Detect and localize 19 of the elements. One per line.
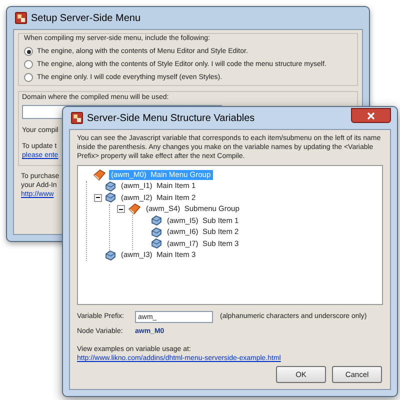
- window-title: Server-Side Menu Structure Variables: [87, 112, 256, 126]
- radio-button[interactable]: [24, 73, 33, 82]
- app-icon: [71, 112, 83, 124]
- close-icon: [367, 112, 375, 120]
- book-icon: [128, 203, 141, 216]
- book-icon: [93, 168, 106, 181]
- collapse-toggle[interactable]: [116, 205, 124, 214]
- app-icon: [15, 12, 27, 24]
- close-button[interactable]: [351, 108, 391, 123]
- cube-icon: [151, 215, 162, 226]
- window-title: Setup Server-Side Menu: [31, 12, 141, 26]
- cube-icon: [105, 180, 116, 192]
- cube-icon: [105, 192, 116, 204]
- radio-button[interactable]: [24, 47, 33, 56]
- cube-icon: [151, 226, 162, 238]
- collapse-toggle[interactable]: [94, 194, 102, 202]
- cube-icon: [151, 238, 162, 250]
- cube-icon: [105, 250, 116, 261]
- radio-button[interactable]: [24, 60, 33, 69]
